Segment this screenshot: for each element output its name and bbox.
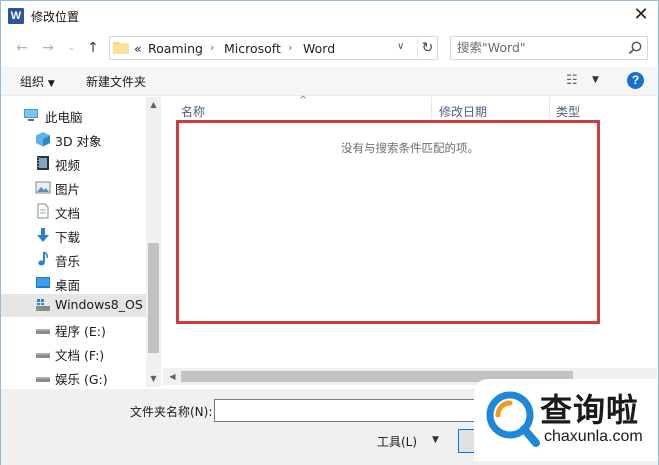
- close-button[interactable]: ✕: [626, 3, 656, 29]
- column-header-name[interactable]: 名称: [181, 103, 205, 120]
- highlight-annotation-box: [176, 120, 600, 324]
- column-header-type[interactable]: 类型: [556, 103, 580, 120]
- tools-caret-icon[interactable]: ▼: [432, 435, 439, 445]
- drive-icon: [36, 353, 50, 358]
- music-icon: [38, 251, 48, 266]
- scroll-down-arrow-icon[interactable]: ▼: [146, 371, 161, 386]
- word-app-icon: W: [8, 8, 24, 24]
- sidebar-item-label: 图片: [55, 182, 81, 197]
- sidebar-item-drive-e[interactable]: 程序 (E:): [1, 318, 146, 341]
- sidebar-item-drive-f[interactable]: 文档 (F:): [1, 342, 146, 365]
- sidebar-item-label: 音乐: [55, 254, 81, 269]
- breadcrumb-separator-icon[interactable]: ›: [288, 41, 292, 54]
- address-bar[interactable]: « Roaming › Microsoft › Word ∨ ↻: [109, 36, 438, 60]
- column-divider[interactable]: [549, 97, 550, 119]
- sidebar-scrollbar[interactable]: ▲ ▼: [146, 97, 161, 387]
- sidebar-item-music[interactable]: 音乐: [1, 248, 146, 271]
- title-bar: W 修改位置 ✕: [1, 1, 658, 31]
- sidebar-item-pictures[interactable]: 图片: [1, 176, 146, 199]
- sidebar-item-label: 文档 (F:): [55, 348, 105, 363]
- file-list-pane: ^ 名称 修改日期 类型 没有与搜索条件匹配的项。 ◀: [163, 95, 657, 387]
- organize-menu-button[interactable]: 组织 ▼: [20, 73, 55, 90]
- scroll-left-arrow-icon[interactable]: ◀: [165, 369, 180, 384]
- sidebar-item-label: 此电脑: [45, 110, 83, 125]
- sidebar-item-label: 程序 (E:): [55, 324, 106, 339]
- sidebar-item-desktop[interactable]: 桌面: [1, 272, 146, 295]
- folder-name-label: 文件夹名称(N):: [130, 405, 213, 419]
- watermark-domain-text: chaxunla.com: [544, 428, 643, 445]
- drive-icon: [36, 329, 50, 334]
- sidebar-item-3d-objects[interactable]: 3D 对象: [1, 128, 146, 151]
- sidebar-item-label: 下载: [55, 230, 81, 245]
- breadcrumb-separator-icon[interactable]: ›: [210, 41, 214, 54]
- sidebar-item-label: 文档: [55, 206, 81, 221]
- breadcrumb-word[interactable]: Word: [303, 41, 335, 56]
- sort-ascending-icon: ^: [299, 95, 308, 106]
- sidebar-scroll-thumb[interactable]: [148, 243, 159, 353]
- search-icon[interactable]: [627, 40, 643, 56]
- search-input[interactable]: [457, 40, 622, 55]
- sidebar-item-drive-g[interactable]: 娱乐 (G:): [1, 366, 146, 387]
- dialog-title: 修改位置: [31, 10, 80, 24]
- command-toolbar: 组织 ▼ 新建文件夹 ☷ ▼ ?: [1, 66, 658, 96]
- address-history-chevron-icon[interactable]: ∨: [397, 41, 404, 52]
- view-options-icon[interactable]: ☷: [566, 73, 578, 88]
- sidebar-item-windows8-os-drive[interactable]: Windows8_OS (C: [1, 294, 160, 317]
- breadcrumb-roaming[interactable]: Roaming: [148, 41, 203, 56]
- column-header-date-modified[interactable]: 修改日期: [439, 103, 487, 120]
- navigation-bar: ← → ⌄ ↑ « Roaming › Microsoft › Word ∨ ↻: [1, 32, 658, 64]
- sidebar-item-label: 桌面: [55, 278, 81, 293]
- watermark-logo: 查询啦 chaxunla.com: [474, 379, 658, 461]
- video-icon: [37, 156, 49, 170]
- caret-down-icon: ▼: [47, 79, 55, 89]
- organize-label: 组织: [20, 75, 45, 89]
- scroll-up-arrow-icon[interactable]: ▲: [146, 97, 161, 112]
- sidebar-item-label: Windows8_OS (C: [55, 297, 161, 312]
- navigation-pane: 此电脑 3D 对象 视频 图片 文档 下载 音乐 桌面 Windows8_OS …: [1, 97, 161, 387]
- refresh-icon[interactable]: ↻: [417, 37, 437, 59]
- view-options-caret-icon[interactable]: ▼: [592, 75, 599, 85]
- desktop-icon: [36, 277, 50, 288]
- drive-icon: [36, 377, 50, 382]
- watermark-chinese-text: 查询啦: [540, 391, 640, 429]
- new-folder-button[interactable]: 新建文件夹: [86, 73, 146, 90]
- forward-arrow-icon[interactable]: →: [38, 38, 58, 58]
- computer-icon: [24, 109, 38, 121]
- pictures-icon: [35, 181, 51, 194]
- os-drive-icon: [36, 299, 50, 311]
- recent-locations-chevron-icon[interactable]: ⌄: [61, 38, 81, 58]
- sidebar-item-videos[interactable]: 视频: [1, 152, 146, 175]
- back-arrow-icon[interactable]: ←: [12, 38, 32, 58]
- 3d-objects-icon: [36, 132, 50, 147]
- magnifier-logo-icon: [486, 391, 540, 447]
- sidebar-item-label: 3D 对象: [55, 134, 102, 149]
- sidebar-item-label: 视频: [55, 158, 81, 173]
- breadcrumb-overflow[interactable]: «: [134, 41, 142, 56]
- sidebar-item-downloads[interactable]: 下载: [1, 224, 146, 247]
- tools-menu-button[interactable]: 工具(L): [377, 433, 417, 450]
- download-icon: [37, 228, 49, 242]
- column-divider[interactable]: [431, 97, 432, 119]
- breadcrumb-microsoft[interactable]: Microsoft: [224, 41, 281, 56]
- sidebar-item-label: 娱乐 (G:): [55, 372, 108, 387]
- folder-icon: [113, 42, 129, 54]
- documents-icon: [37, 203, 49, 219]
- help-icon[interactable]: ?: [627, 72, 644, 89]
- search-box[interactable]: [450, 36, 648, 60]
- folder-picker-dialog: W 修改位置 ✕ ← → ⌄ ↑ « Roaming › Microsoft ›…: [0, 0, 659, 465]
- sidebar-item-this-pc[interactable]: 此电脑: [1, 104, 146, 127]
- sidebar-item-documents[interactable]: 文档: [1, 200, 146, 223]
- up-arrow-icon[interactable]: ↑: [83, 38, 103, 58]
